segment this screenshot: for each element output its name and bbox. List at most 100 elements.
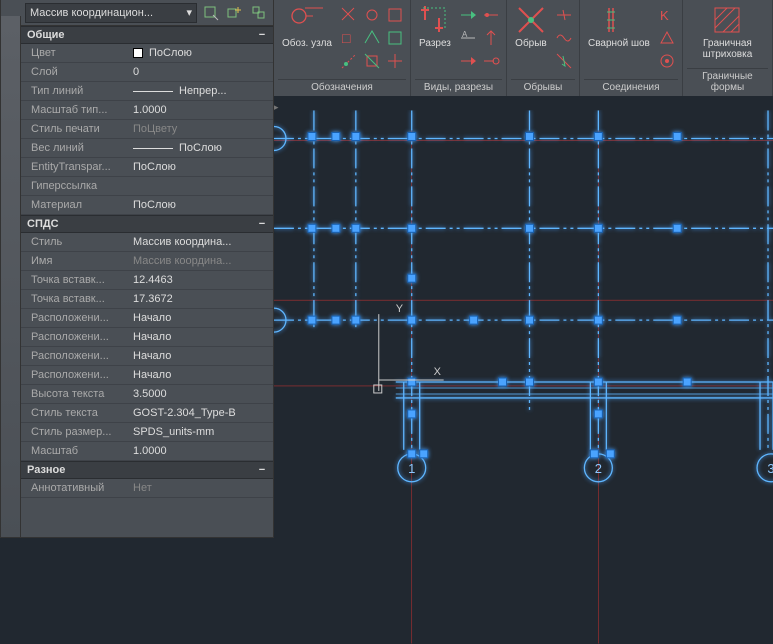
sm-weld-2[interactable]: [656, 27, 678, 49]
property-value-text: Массив координа...: [133, 255, 231, 267]
property-name: Расположени...: [21, 331, 133, 343]
property-row[interactable]: Гиперссылка: [21, 177, 273, 196]
property-row[interactable]: Расположени...Начало: [21, 309, 273, 328]
sm-icon-3[interactable]: [384, 4, 406, 26]
selection-grips: [308, 132, 691, 457]
property-value[interactable]: Начало: [133, 331, 273, 343]
property-value[interactable]: Начало: [133, 350, 273, 362]
property-value[interactable]: 1.0000: [133, 104, 273, 116]
break-button[interactable]: Обрыв: [511, 2, 551, 51]
sm-icon-9[interactable]: [384, 50, 406, 72]
node-designation-button[interactable]: Обоз. узла: [278, 2, 336, 51]
svg-text:□: □: [342, 30, 351, 46]
property-value[interactable]: SPDS_units-mm: [133, 426, 273, 438]
sm-icon-4[interactable]: □: [338, 27, 360, 49]
property-name: Цвет: [21, 47, 133, 59]
node-designation-label: Обоз. узла: [282, 38, 332, 49]
property-value[interactable]: 3.5000: [133, 388, 273, 400]
property-value[interactable]: Начало: [133, 312, 273, 324]
object-type-combo[interactable]: Массив координацион... ▾: [25, 3, 197, 23]
sm-break-2[interactable]: [553, 27, 575, 49]
ribbon-group-title: Виды, разрезы: [415, 79, 502, 96]
property-row[interactable]: Расположени...Начало: [21, 366, 273, 385]
sm-icon-7[interactable]: [338, 50, 360, 72]
sm-view-2[interactable]: [480, 4, 502, 26]
property-row[interactable]: Расположени...Начало: [21, 328, 273, 347]
property-value[interactable]: ПоСлою: [133, 199, 273, 211]
sm-break-3[interactable]: [553, 50, 575, 72]
property-value[interactable]: ПоСлою: [133, 47, 273, 59]
property-value-text: ПоСлою: [149, 47, 192, 59]
sm-icon-8[interactable]: [361, 50, 383, 72]
sm-view-5[interactable]: [457, 50, 479, 72]
property-value[interactable]: Массив координа...: [133, 236, 273, 248]
property-value[interactable]: 1.0000: [133, 445, 273, 457]
property-row[interactable]: Точка вставк...12.4463: [21, 271, 273, 290]
collapse-icon[interactable]: −: [257, 30, 267, 40]
property-value-text: 17.3672: [133, 293, 173, 305]
sm-icon-1[interactable]: [338, 4, 360, 26]
pickadd-button[interactable]: [225, 3, 245, 23]
property-value[interactable]: Начало: [133, 369, 273, 381]
property-row[interactable]: АннотативныйНет: [21, 479, 273, 498]
property-value[interactable]: Массив координа...: [133, 255, 273, 267]
boundary-hatch-button[interactable]: Граничная штриховка: [687, 2, 768, 62]
property-value[interactable]: 12.4463: [133, 274, 273, 286]
property-value[interactable]: Нет: [133, 482, 273, 494]
property-row[interactable]: EntityTranspar...ПоСлою: [21, 158, 273, 177]
sm-icon-2[interactable]: [361, 4, 383, 26]
property-value-text: 1.0000: [133, 445, 167, 457]
property-row[interactable]: Цвет ПоСлою: [21, 44, 273, 63]
sm-view-3[interactable]: A: [457, 27, 479, 49]
sm-weld-1[interactable]: K: [656, 4, 678, 26]
property-row[interactable]: Высота текста3.5000: [21, 385, 273, 404]
weld-icon: [603, 4, 635, 36]
property-name: Стиль: [21, 236, 133, 248]
property-value-text: ПоСлою: [179, 142, 222, 154]
collapse-icon[interactable]: −: [257, 465, 267, 475]
property-name: Аннотативный: [21, 482, 133, 494]
property-group-header[interactable]: Общие −: [21, 26, 273, 44]
weld-button[interactable]: Сварной шов: [584, 2, 654, 51]
svg-text:Y: Y: [396, 303, 404, 315]
property-row[interactable]: Стиль размер...SPDS_units-mm: [21, 423, 273, 442]
sm-view-6[interactable]: [480, 50, 502, 72]
property-row[interactable]: Стиль печатиПоЦвету: [21, 120, 273, 139]
quick-select-button[interactable]: [201, 3, 221, 23]
property-value[interactable]: ПоСлою: [133, 142, 273, 154]
property-row[interactable]: Стиль текстаGOST-2.304_Type-B: [21, 404, 273, 423]
property-row[interactable]: Точка вставк...17.3672: [21, 290, 273, 309]
section-button[interactable]: Разрез: [415, 2, 455, 51]
property-row[interactable]: Тип линийНепрер...: [21, 82, 273, 101]
property-value[interactable]: 17.3672: [133, 293, 273, 305]
property-row[interactable]: Расположени...Начало: [21, 347, 273, 366]
property-row[interactable]: Вес линий ПоСлою: [21, 139, 273, 158]
object-type-value: Массив координацион...: [30, 7, 153, 19]
select-objects-button[interactable]: [249, 3, 269, 23]
property-group-title: Общие: [27, 29, 65, 41]
property-row[interactable]: Слой0: [21, 63, 273, 82]
property-value[interactable]: ПоСлою: [133, 161, 273, 173]
property-value[interactable]: 0: [133, 66, 273, 78]
property-row[interactable]: МатериалПоСлою: [21, 196, 273, 215]
property-row[interactable]: СтильМассив координа...: [21, 233, 273, 252]
property-group-header[interactable]: Разное−: [21, 461, 273, 479]
sm-view-4[interactable]: [480, 27, 502, 49]
property-row[interactable]: Масштаб1.0000: [21, 442, 273, 461]
sm-icon-6[interactable]: [384, 27, 406, 49]
property-value[interactable]: GOST-2.304_Type-B: [133, 407, 273, 419]
property-row[interactable]: Масштаб тип...1.0000: [21, 101, 273, 120]
sm-view-1[interactable]: [457, 4, 479, 26]
sm-icon-5[interactable]: [361, 27, 383, 49]
collapse-icon[interactable]: −: [257, 219, 267, 229]
properties-panel-handle[interactable]: [1, 16, 21, 537]
property-value[interactable]: Непрер...: [133, 85, 273, 97]
sm-weld-3[interactable]: [656, 50, 678, 72]
property-value-text: Нет: [133, 482, 152, 494]
sm-break-1[interactable]: [553, 4, 575, 26]
property-group-header[interactable]: СПДС−: [21, 215, 273, 233]
property-name: Вес линий: [21, 142, 133, 154]
property-value[interactable]: ПоЦвету: [133, 123, 273, 135]
property-value-text: GOST-2.304_Type-B: [133, 407, 236, 419]
property-row[interactable]: ИмяМассив координа...: [21, 252, 273, 271]
